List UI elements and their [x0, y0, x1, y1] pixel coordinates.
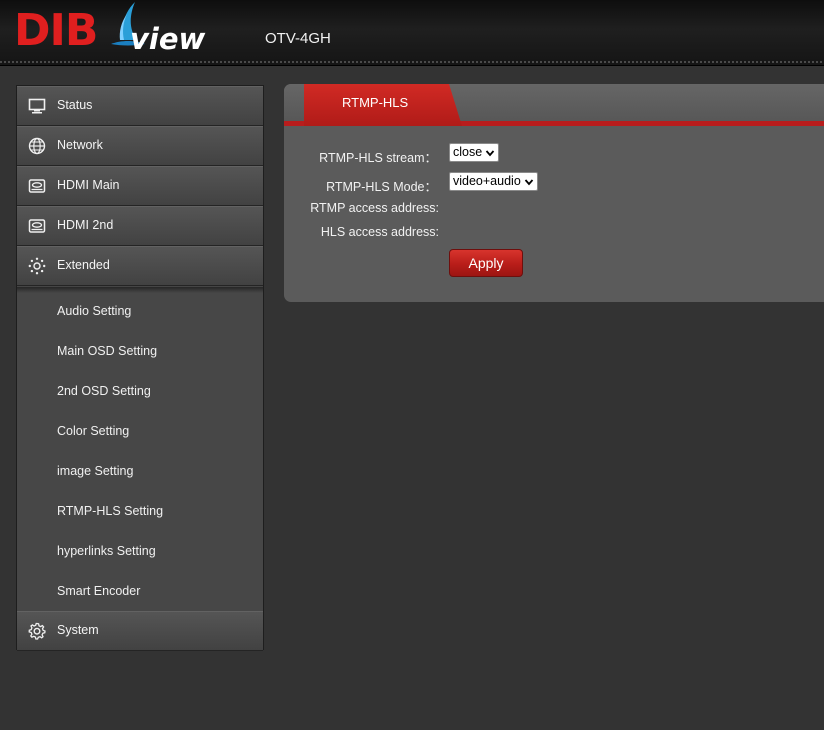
device-model: OTV-4GH [265, 30, 331, 47]
rtmp-access-address-label: RTMP access address: [310, 201, 439, 215]
submenu-item-hyperlinks-setting[interactable]: hyperlinks Setting [57, 544, 156, 558]
submenu-item-main-osd-setting[interactable]: Main OSD Setting [57, 344, 157, 358]
tab-rtmp-hls[interactable]: RTMP-HLS [304, 84, 462, 126]
submenu-item-smart-encoder[interactable]: Smart Encoder [57, 584, 140, 598]
submenu-item-image-setting[interactable]: image Setting [57, 464, 133, 478]
submenu-item-2nd-osd-setting[interactable]: 2nd OSD Setting [57, 384, 151, 398]
monitor-icon [28, 98, 46, 114]
sidebar-item-label: HDMI 2nd [57, 218, 114, 232]
sidebar-item-status[interactable]: Status [17, 86, 263, 126]
globe-icon [28, 137, 46, 155]
rtmp-hls-mode-value: video+audio [453, 174, 521, 188]
logo-text-view: view [130, 22, 206, 56]
sidebar-item-system[interactable]: System [17, 611, 263, 651]
hls-access-address-label: HLS access address: [320, 225, 439, 239]
rtmp-hls-stream-select[interactable]: close [449, 143, 500, 162]
sidebar-item-label: Status [57, 98, 93, 112]
chevron-down-icon [486, 150, 495, 157]
rtmp-hls-panel: RTMP-HLS RTMP-HLS stream： close RTMP-HLS… [284, 84, 824, 302]
sidebar-item-hdmi-2nd[interactable]: HDMI 2nd [17, 206, 263, 246]
sidebar-item-label: Extended [57, 258, 110, 272]
gear-dots-icon [28, 257, 46, 275]
rtmp-hls-mode-label: RTMP-HLS Mode： [326, 180, 437, 194]
submenu-item-color-setting[interactable]: Color Setting [57, 424, 129, 438]
sidebar-item-network[interactable]: Network [17, 126, 263, 166]
hdmi-device-icon [28, 219, 46, 233]
sidebar: Status Network HDMI Main HDMI 2nd Extend… [16, 85, 264, 651]
tab-label: RTMP-HLS [342, 95, 409, 110]
sidebar-item-extended[interactable]: Extended [17, 246, 263, 286]
sidebar-item-label: System [57, 623, 99, 637]
submenu-item-audio-setting[interactable]: Audio Setting [57, 304, 131, 318]
sidebar-item-label: HDMI Main [57, 178, 120, 192]
sidebar-item-hdmi-main[interactable]: HDMI Main [17, 166, 263, 206]
rtmp-hls-mode-select[interactable]: video+audio [449, 172, 538, 191]
chevron-down-icon [524, 179, 533, 186]
header-bar: DIB view OTV-4GH [0, 0, 824, 66]
sidebar-item-label: Network [57, 138, 103, 152]
submenu-item-rtmp-hls-setting[interactable]: RTMP-HLS Setting [57, 504, 163, 518]
hdmi-device-icon [28, 179, 46, 193]
logo-text-dib: DIB [14, 5, 98, 56]
rtmp-hls-stream-value: close [453, 145, 483, 159]
rtmp-hls-stream-label: RTMP-HLS stream： [319, 151, 437, 165]
extended-submenu: Audio Setting Main OSD Setting 2nd OSD S… [17, 287, 263, 611]
apply-button[interactable]: Apply [449, 249, 523, 277]
dibview-logo: DIB view [14, 0, 206, 58]
cog-icon [28, 622, 46, 640]
